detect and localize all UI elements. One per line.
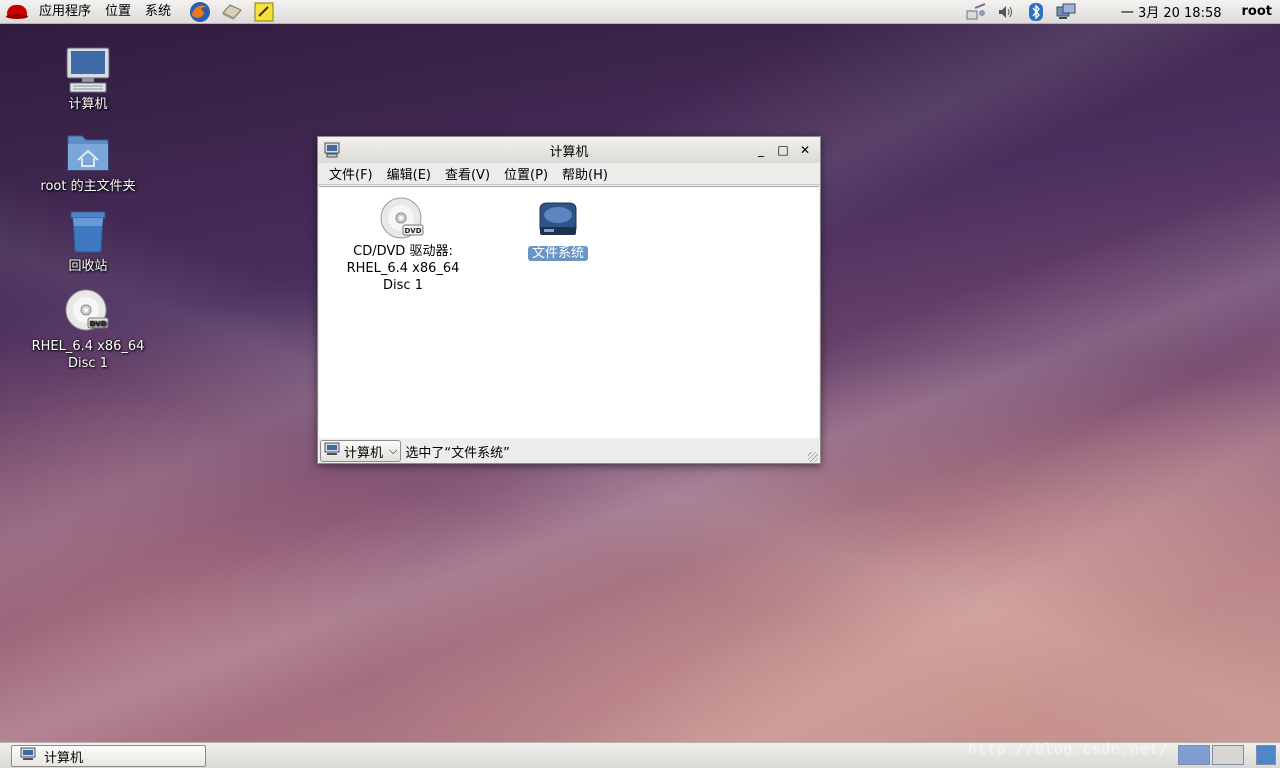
file-view[interactable]: DVD CD/DVD 驱动器: RHEL_6.4 x86_64 Disc 1 文…: [319, 186, 819, 438]
workspace-2[interactable]: [1212, 745, 1244, 765]
svg-text:DVD: DVD: [89, 320, 106, 328]
taskbar-button-computer[interactable]: 计算机: [11, 745, 206, 767]
window-statusbar: 计算机 ⌵ 选中了“文件系统”: [318, 438, 820, 464]
window-titlebar[interactable]: 计算机 _ □ ✕: [318, 137, 820, 163]
menu-help[interactable]: 帮助(H): [555, 164, 615, 183]
computer-icon: [20, 747, 36, 765]
minimize-button[interactable]: _: [750, 140, 772, 160]
top-panel: 应用程序 位置 系统 一 3月 20 18:58 root: [0, 0, 1280, 24]
window-menubar: 文件(F) 编辑(E) 查看(V) 位置(P) 帮助(H): [318, 163, 820, 185]
close-button[interactable]: ✕: [794, 140, 816, 160]
menu-file[interactable]: 文件(F): [322, 164, 380, 183]
desktop-icon-dvd[interactable]: DVD RHEL_6.4 x86_64 Disc 1: [28, 288, 148, 372]
filesystem-drive-icon: [534, 199, 582, 243]
location-selector[interactable]: 计算机 ⌵: [320, 440, 402, 462]
dvd-icon: DVD: [64, 288, 112, 336]
taskbar-button-label: 计算机: [44, 750, 84, 766]
computer-icon: [324, 442, 340, 460]
computer-icon: [64, 46, 112, 94]
window-title: 计算机: [549, 144, 589, 160]
status-message: 选中了“文件系统”: [405, 445, 510, 461]
file-item-dvd-drive[interactable]: DVD CD/DVD 驱动器: RHEL_6.4 x86_64 Disc 1: [333, 197, 473, 294]
network-icon[interactable]: [965, 1, 987, 23]
menu-view[interactable]: 查看(V): [438, 164, 497, 183]
desktop-icon-label-line: Disc 1: [68, 356, 108, 371]
trash-applet-icon[interactable]: [1256, 745, 1276, 765]
user-menu[interactable]: root: [1242, 4, 1273, 19]
file-item-label: 文件系统: [527, 246, 588, 261]
computer-icon[interactable]: [324, 142, 340, 158]
watermark-text: http://blog.csdn.net/: [968, 740, 1169, 758]
menu-system[interactable]: 系统: [138, 0, 178, 24]
desktop-icon-label: 计算机: [68, 97, 108, 112]
desktop-icon-home[interactable]: root 的主文件夹: [28, 128, 148, 195]
mail-icon[interactable]: [220, 0, 244, 24]
file-item-filesystem[interactable]: 文件系统: [508, 199, 608, 262]
firefox-icon[interactable]: [188, 0, 212, 24]
desktop-icon-computer[interactable]: 计算机: [28, 46, 148, 113]
maximize-button[interactable]: □: [772, 140, 794, 160]
desktop-icon-label: root 的主文件夹: [40, 179, 136, 194]
dvd-drive-icon: DVD: [379, 197, 427, 241]
file-item-label-line: CD/DVD 驱动器:: [353, 244, 453, 259]
file-item-label-line: Disc 1: [383, 278, 423, 293]
menu-places[interactable]: 位置: [98, 0, 138, 24]
menu-go[interactable]: 位置(P): [497, 164, 555, 183]
desktop-icon-trash[interactable]: 回收站: [28, 208, 148, 275]
menu-edit[interactable]: 编辑(E): [380, 164, 438, 183]
menu-applications[interactable]: 应用程序: [32, 0, 98, 24]
bluetooth-icon[interactable]: [1025, 1, 1047, 23]
file-manager-window: 计算机 _ □ ✕ 文件(F) 编辑(E) 查看(V) 位置(P) 帮助(H) …: [317, 136, 821, 464]
clock[interactable]: 一 3月 20 18:58: [1121, 2, 1222, 21]
trash-icon: [64, 208, 112, 256]
workspace-1[interactable]: [1178, 745, 1210, 765]
location-selector-label: 计算机: [344, 445, 384, 461]
chevron-down-icon: ⌵: [389, 444, 398, 457]
notes-icon[interactable]: [252, 0, 276, 24]
display-icon[interactable]: [1055, 1, 1077, 23]
resize-grip[interactable]: [808, 452, 818, 462]
volume-icon[interactable]: [995, 1, 1017, 23]
home-folder-icon: [64, 128, 112, 176]
file-item-label-line: RHEL_6.4 x86_64: [346, 261, 460, 276]
desktop-icon-label: 回收站: [68, 259, 108, 274]
svg-text:DVD: DVD: [404, 227, 421, 235]
redhat-logo-icon[interactable]: [6, 3, 28, 21]
desktop-icon-label-line: RHEL_6.4 x86_64: [31, 339, 145, 354]
